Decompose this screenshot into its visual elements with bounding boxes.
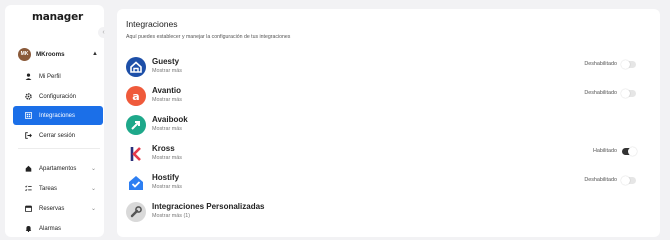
integration-row-avantio: a Avantio Mostrar más Deshabilitado (124, 84, 650, 110)
show-more-link[interactable]: Mostrar más (152, 68, 182, 74)
avatar: MK (18, 47, 31, 61)
account-name: MKrooms (36, 50, 65, 58)
integration-toggle[interactable] (621, 89, 636, 98)
wrench-icon (126, 202, 146, 222)
chevron-down-icon: ⌄ (90, 186, 96, 192)
integration-name: Kross (152, 144, 175, 153)
sidebar-item-mi-perfil[interactable]: Mi Perfil (13, 67, 103, 86)
avantio-logo-icon: a (126, 86, 146, 106)
integration-row-hostify: Hostify Mostrar más Deshabilitado (124, 171, 650, 197)
integration-name: Integraciones Personalizadas (152, 202, 265, 211)
chevron-up-icon: ▲ (92, 51, 98, 57)
show-more-link[interactable]: Mostrar más (152, 155, 182, 161)
avaibook-logo-icon (126, 115, 146, 135)
sidebar-item-tareas[interactable]: Tareas ⌄ (13, 179, 103, 198)
logout-icon (23, 132, 33, 139)
integration-toggle[interactable] (622, 147, 637, 156)
integration-status: Deshabilitado (584, 61, 617, 67)
sidebar-item-apartamentos[interactable]: Apartamentos ⌄ (13, 159, 103, 178)
sidebar-item-label: Integraciones (39, 112, 76, 119)
sidebar-item-cerrar-sesion[interactable]: Cerrar sesión (13, 126, 103, 145)
calendar-icon (23, 205, 33, 212)
main-panel: Integraciones Aquí puedes establecer y m… (117, 9, 660, 237)
integration-toggle[interactable] (621, 176, 636, 185)
svg-text:a: a (132, 90, 139, 103)
account-switcher[interactable]: MK MKrooms ▲ (18, 47, 98, 61)
sidebar-item-alarmas[interactable]: Alarmas (13, 219, 103, 238)
integration-status: Deshabilitado (584, 90, 617, 96)
sidebar-item-configuracion[interactable]: Configuración (13, 87, 103, 106)
guesty-logo-icon (126, 57, 146, 77)
home-icon (23, 165, 33, 172)
page-subtitle: Aquí puedes establecer y manejar la conf… (126, 34, 291, 40)
user-icon (23, 73, 33, 80)
sidebar-collapse-button[interactable]: ‹ (98, 27, 109, 38)
integration-row-guesty: Guesty Mostrar más Deshabilitado (124, 55, 650, 81)
show-more-link[interactable]: Mostrar más (152, 184, 182, 190)
sidebar-item-label: Cerrar sesión (39, 132, 76, 139)
sidebar-item-label: Alarmas (39, 225, 62, 232)
grid-icon (23, 112, 33, 119)
integration-name: Avaibook (152, 115, 188, 124)
sidebar-item-label: Apartamentos (39, 165, 77, 172)
integration-status: Deshabilitado (584, 177, 617, 183)
sidebar-item-integraciones[interactable]: Integraciones (13, 106, 103, 125)
show-more-link[interactable]: Mostrar más (152, 126, 182, 132)
sidebar-item-label: Reservas (39, 205, 65, 212)
integration-row-kross: Kross Mostrar más Habilitado (124, 142, 650, 168)
integration-name: Hostify (152, 173, 180, 182)
chevron-down-icon: ⌄ (90, 166, 96, 172)
bell-icon (23, 225, 33, 232)
integration-row-avaibook: Avaibook Mostrar más (124, 113, 650, 139)
gear-icon (23, 93, 33, 100)
sidebar-item-label: Tareas (39, 185, 58, 192)
integration-toggle[interactable] (621, 60, 636, 69)
kross-logo-icon (126, 144, 146, 164)
integration-status: Habilitado (593, 148, 617, 154)
sidebar-item-reservas[interactable]: Reservas ⌄ (13, 199, 103, 218)
integration-row-custom: Integraciones Personalizadas Mostrar más… (124, 200, 650, 226)
tasks-icon (23, 185, 33, 192)
show-more-link[interactable]: Mostrar más (1) (152, 213, 190, 219)
show-more-link[interactable]: Mostrar más (152, 97, 182, 103)
sidebar-item-label: Configuración (39, 93, 77, 100)
integration-name: Avantio (152, 86, 182, 95)
integration-name: Guesty (152, 57, 180, 66)
app-logo: manager (32, 11, 84, 23)
chevron-down-icon: ⌄ (90, 206, 96, 212)
sidebar-divider (18, 148, 100, 149)
sidebar-item-label: Mi Perfil (39, 73, 61, 80)
hostify-logo-icon (126, 173, 146, 193)
sidebar: manager MK MKrooms ▲ Mi Perfil Configura… (5, 5, 104, 237)
page-title: Integraciones (126, 19, 178, 29)
